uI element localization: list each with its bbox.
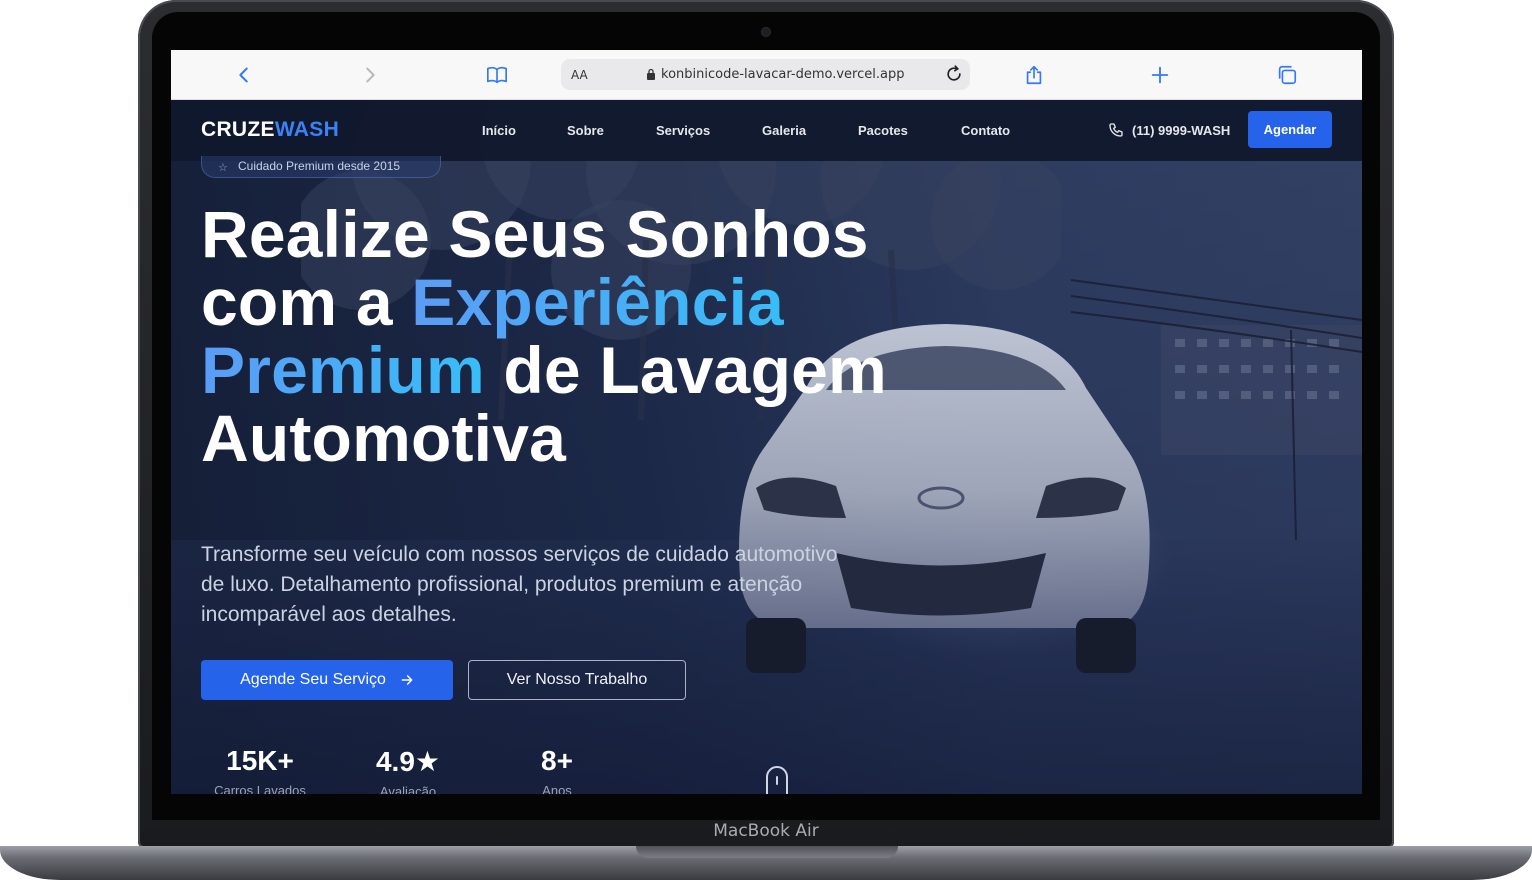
arrow-right-icon [401, 675, 413, 685]
nav-link-galeria[interactable]: Galeria [762, 123, 806, 138]
screen: AA konbinicode-lavacar-demo.vercel.app C… [171, 50, 1362, 794]
premium-badge: ☆ Cuidado Premium desde 2015 [201, 156, 441, 178]
address-bar[interactable]: AA konbinicode-lavacar-demo.vercel.app [561, 59, 970, 90]
book-service-label: Agende Seu Serviço [240, 671, 386, 688]
stat-cars-washed: 15K+ Carros Lavados [200, 745, 320, 794]
view-work-button[interactable]: Ver Nosso Trabalho [468, 660, 686, 700]
stat-years: 8+ Anos [497, 745, 617, 794]
headline-line-2a: com a [201, 265, 412, 339]
laptop-notch [636, 846, 898, 858]
hero-subtitle: Transforme seu veículo com nossos serviç… [201, 543, 838, 626]
stat-rating: 4.9★ Avaliação [348, 745, 468, 794]
nav-link-inicio[interactable]: Início [482, 123, 516, 138]
lock-icon [647, 68, 655, 80]
site-navbar: CRUZEWASH Início Sobre Serviços Galeria … [171, 100, 1362, 161]
brand-logo-part1: CRUZE [201, 118, 275, 141]
brand-logo-part2: WASH [274, 118, 340, 141]
tabs-icon[interactable] [1275, 63, 1299, 87]
reload-icon[interactable] [944, 64, 964, 84]
brand-logo[interactable]: CRUZEWASH [201, 118, 339, 142]
nav-link-servicos[interactable]: Serviços [656, 123, 710, 138]
device-label: MacBook Air [713, 821, 819, 841]
stat-label: Carros Lavados [214, 783, 306, 794]
headline-line-3b: de Lavagem [484, 333, 887, 407]
book-service-button[interactable]: Agende Seu Serviço [201, 660, 453, 700]
share-icon[interactable] [1022, 63, 1046, 87]
headline-line-1: Realize Seus Sonhos [201, 197, 869, 271]
nav-link-pacotes[interactable]: Pacotes [858, 123, 908, 138]
stat-label: Avaliação [379, 784, 437, 794]
stat-value: 15K+ [226, 745, 294, 776]
schedule-button-nav[interactable]: Agendar [1248, 111, 1332, 148]
hero-section: CRUZEWASH Início Sobre Serviços Galeria … [171, 100, 1362, 794]
phone-icon [1109, 123, 1123, 137]
new-tab-icon[interactable] [1148, 63, 1172, 87]
headline-line-4: Automotiva [201, 401, 566, 475]
nav-link-sobre[interactable]: Sobre [567, 123, 604, 138]
phone-link[interactable]: (11) 9999-WASH [1108, 122, 1230, 138]
headline-highlight-2: Premium [201, 333, 485, 407]
headline-highlight-1: Experiência [411, 265, 785, 339]
forward-icon[interactable] [358, 63, 382, 87]
premium-badge-text: Cuidado Premium desde 2015 [238, 159, 401, 173]
star-icon: ☆ [218, 162, 228, 174]
hero-headline: Realize Seus Sonhos com a Experiência Pr… [201, 200, 961, 472]
camera-icon [762, 28, 770, 36]
reader-button[interactable]: AA [571, 68, 588, 82]
bookmarks-icon[interactable] [485, 63, 509, 87]
nav-link-contato[interactable]: Contato [961, 123, 1010, 138]
url-text: konbinicode-lavacar-demo.vercel.app [661, 67, 905, 82]
browser-toolbar: AA konbinicode-lavacar-demo.vercel.app [171, 50, 1362, 100]
stat-label: Anos [542, 783, 572, 794]
scroll-mouse-icon[interactable] [766, 766, 788, 794]
phone-number: (11) 9999-WASH [1132, 122, 1231, 138]
stat-value: 8+ [541, 745, 573, 776]
back-icon[interactable] [232, 63, 256, 87]
stat-value: 4.9★ [375, 746, 441, 777]
